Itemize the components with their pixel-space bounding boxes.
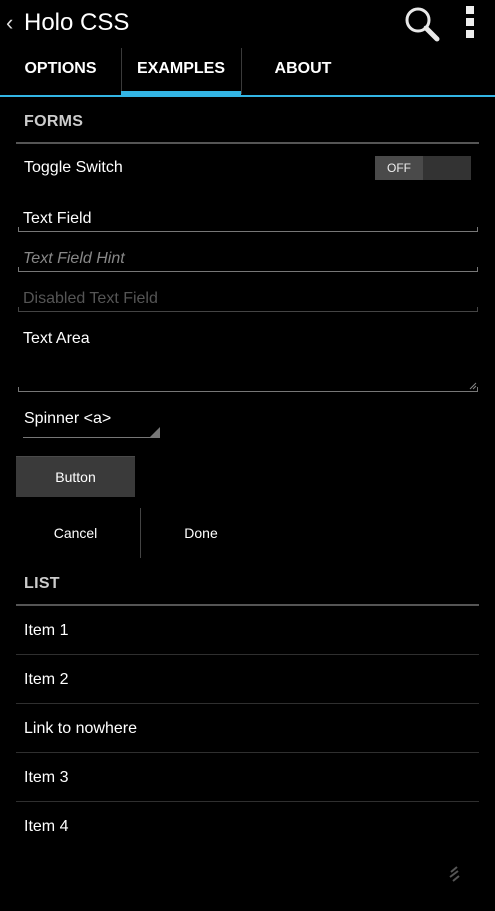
text-area-value: Text Area — [23, 330, 90, 347]
tab-bar-underline — [0, 95, 495, 97]
tab-label: OPTIONS — [24, 60, 97, 77]
section-divider — [16, 142, 479, 144]
search-icon[interactable] — [404, 6, 440, 42]
list-item[interactable]: Item 4 — [24, 818, 68, 836]
list-divider — [16, 801, 479, 802]
list-item[interactable]: Item 1 — [24, 622, 68, 640]
text-field-hint[interactable]: Text Field Hint — [18, 242, 478, 272]
cancel-button[interactable]: Cancel — [16, 508, 135, 558]
text-field-value: Text Field — [23, 210, 92, 227]
tab-label: EXAMPLES — [136, 60, 225, 77]
back-chevron-icon[interactable]: ‹ — [6, 12, 13, 34]
section-header-forms: FORMS — [24, 113, 84, 130]
disabled-text-field: Disabled Text Field — [18, 282, 478, 312]
section-header-list: LIST — [24, 575, 60, 592]
overflow-menu-icon[interactable] — [464, 6, 476, 42]
section-divider — [16, 604, 479, 606]
tab-options[interactable]: OPTIONS — [0, 46, 121, 96]
tab-about[interactable]: ABOUT — [242, 46, 364, 96]
list-divider — [16, 752, 479, 753]
disabled-field-placeholder: Disabled Text Field — [23, 290, 158, 307]
list-item[interactable]: Item 3 — [24, 769, 68, 787]
toggle-switch-label: Toggle Switch — [24, 159, 123, 176]
app-title[interactable]: Holo CSS — [24, 8, 129, 38]
spinner[interactable]: Spinner <a> — [23, 406, 160, 438]
tab-label: ABOUT — [274, 60, 332, 77]
resize-grip-icon — [449, 866, 460, 882]
tab-bar: OPTIONS EXAMPLES ABOUT — [0, 46, 495, 96]
list-link[interactable]: Link to nowhere — [24, 720, 137, 738]
done-button[interactable]: Done — [141, 508, 261, 558]
list-divider — [16, 654, 479, 655]
spinner-label: Spinner <a> — [24, 410, 112, 427]
spinner-arrow-icon — [149, 427, 160, 438]
list-item[interactable]: Item 2 — [24, 671, 68, 689]
tab-examples[interactable]: EXAMPLES — [121, 46, 241, 96]
list-divider — [16, 703, 479, 704]
toggle-state-label: OFF — [387, 161, 411, 175]
button[interactable]: Button — [16, 456, 135, 497]
action-bar: ‹ Holo CSS — [0, 0, 495, 46]
text-field[interactable]: Text Field — [18, 202, 478, 232]
text-field-placeholder: Text Field Hint — [23, 250, 125, 267]
text-area[interactable]: Text Area — [18, 326, 478, 392]
resize-handle-icon[interactable] — [469, 382, 477, 390]
toggle-switch[interactable]: OFF — [375, 156, 471, 180]
